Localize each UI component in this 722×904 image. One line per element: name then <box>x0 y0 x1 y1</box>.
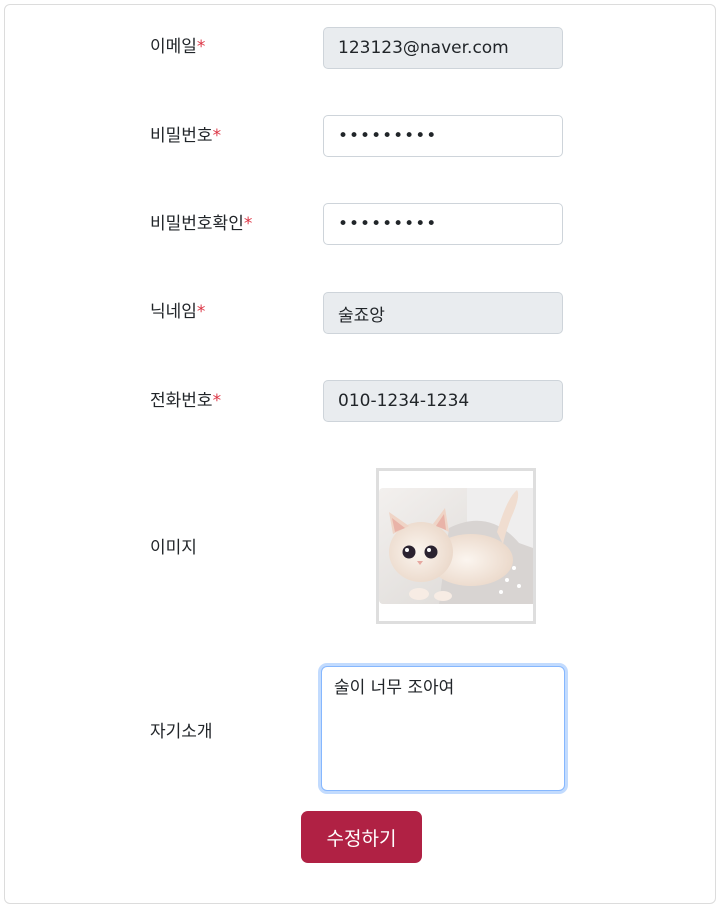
email-label: 이메일* <box>150 37 206 57</box>
intro-label: 자기소개 <box>150 722 213 742</box>
email-field[interactable] <box>323 27 563 69</box>
nickname-label: 닉네임* <box>150 302 206 322</box>
required-marker: * <box>196 37 206 57</box>
password-field[interactable] <box>323 115 563 157</box>
required-marker: * <box>196 302 206 322</box>
profile-image[interactable] <box>376 468 536 624</box>
image-label: 이미지 <box>150 538 197 558</box>
password-label: 비밀번호* <box>150 126 222 146</box>
required-marker: * <box>243 214 253 234</box>
submit-button[interactable]: 수정하기 <box>301 811 422 863</box>
phone-field[interactable] <box>323 380 563 422</box>
nickname-field[interactable] <box>323 292 563 334</box>
required-marker: * <box>212 391 222 411</box>
phone-label: 전화번호* <box>150 391 222 411</box>
password-confirm-label: 비밀번호확인* <box>150 214 253 234</box>
cat-photo <box>379 488 533 604</box>
required-marker: * <box>212 126 222 146</box>
intro-textarea[interactable]: 술이 너무 조아여 <box>321 666 565 791</box>
password-confirm-field[interactable] <box>323 203 563 245</box>
